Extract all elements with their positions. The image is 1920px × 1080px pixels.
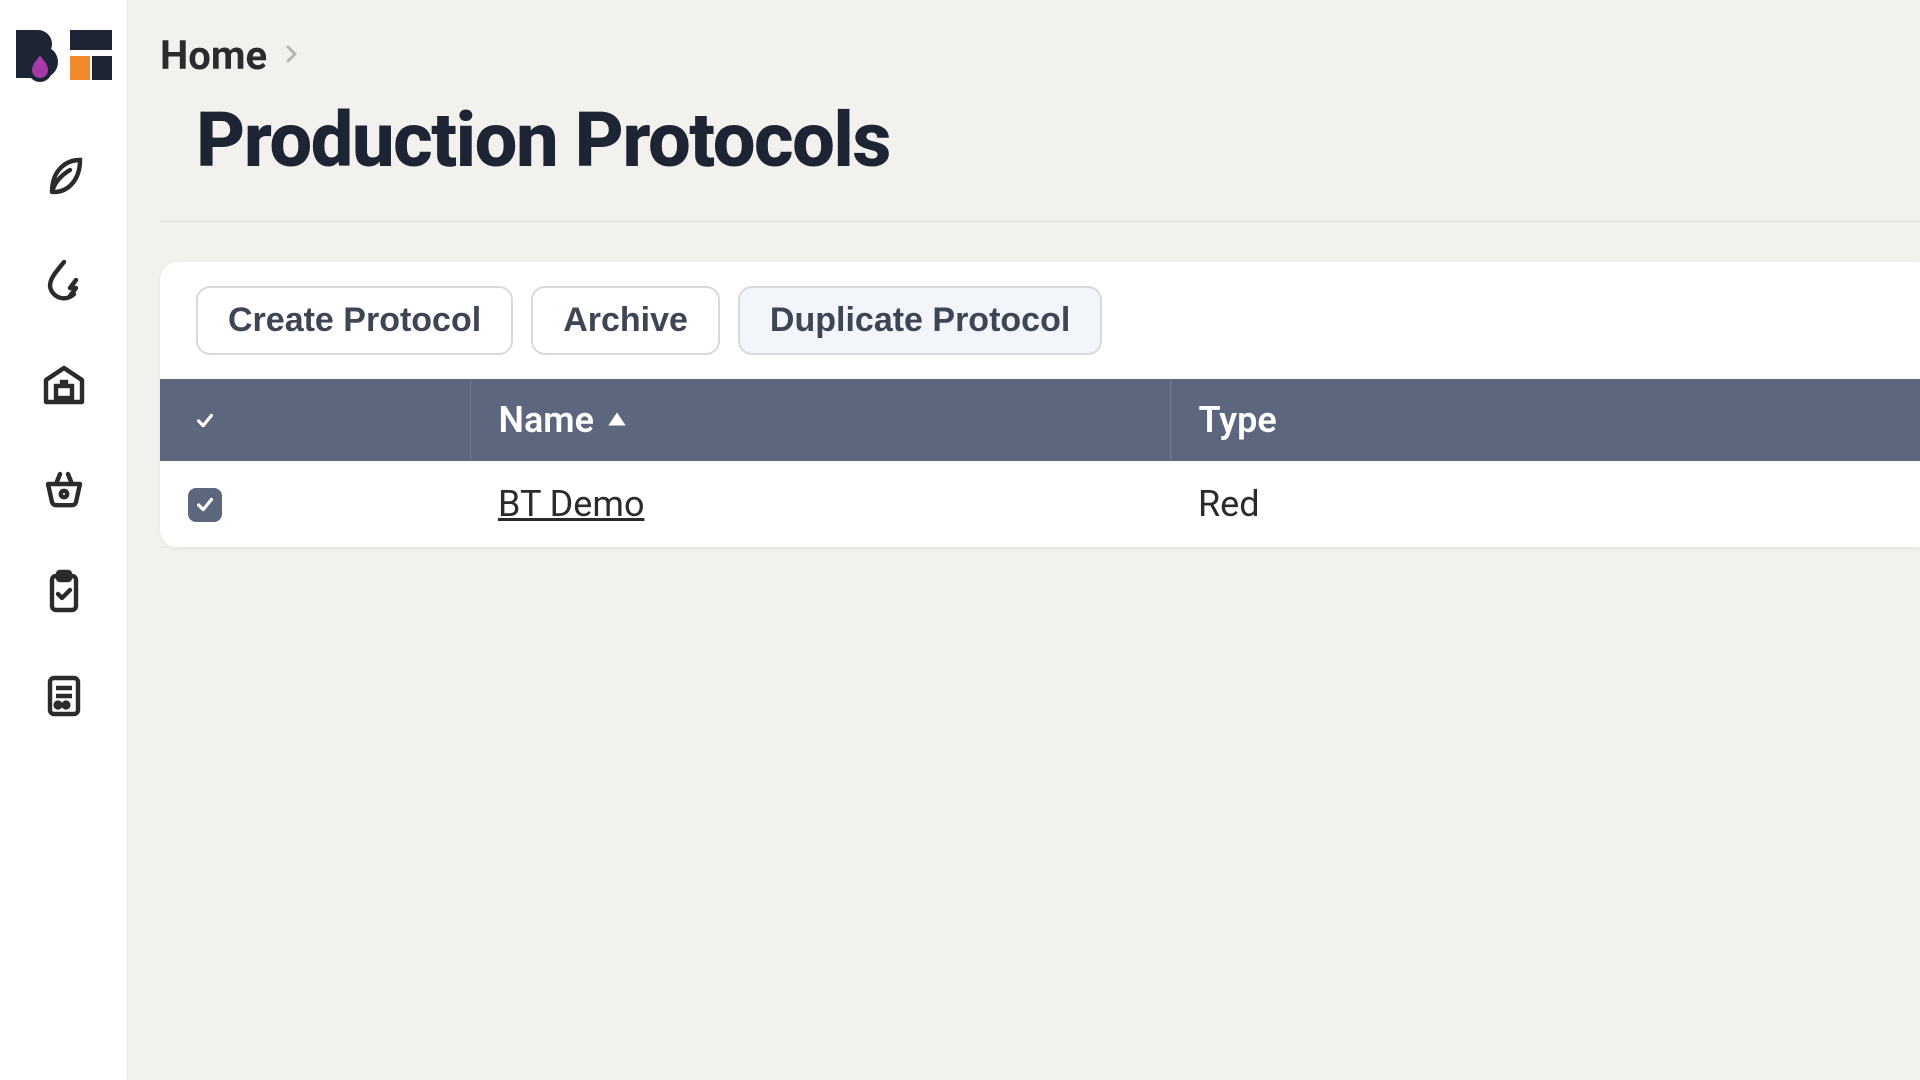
column-type-label: Type — [1199, 399, 1277, 441]
chevron-right-icon — [279, 42, 303, 70]
protocol-name-link[interactable]: BT Demo — [498, 483, 644, 525]
column-name[interactable]: Name — [470, 379, 1170, 461]
table-row: BT Demo Red — [160, 461, 1920, 548]
warehouse-icon[interactable] — [36, 356, 92, 412]
divider — [160, 221, 1920, 222]
toolbar: Create Protocol Archive Duplicate Protoc… — [160, 286, 1920, 379]
breadcrumb-home[interactable]: Home — [160, 32, 267, 79]
drop-bolt-icon[interactable] — [36, 252, 92, 308]
content-panel: Create Protocol Archive Duplicate Protoc… — [160, 262, 1920, 548]
protocol-type: Red — [1198, 483, 1260, 525]
duplicate-protocol-button[interactable]: Duplicate Protocol — [738, 286, 1102, 355]
breadcrumb: Home — [160, 32, 1920, 79]
column-type[interactable]: Type — [1170, 379, 1920, 461]
logo[interactable] — [12, 24, 116, 84]
select-all-checkbox[interactable] — [188, 404, 222, 438]
page-title: Production Protocols — [196, 95, 1920, 185]
basket-icon[interactable] — [36, 460, 92, 516]
report-icon[interactable] — [36, 668, 92, 724]
row-checkbox[interactable] — [188, 488, 222, 522]
clipboard-check-icon[interactable] — [36, 564, 92, 620]
main-content: Home Production Protocols Create Protoco… — [128, 0, 1920, 1080]
create-protocol-button[interactable]: Create Protocol — [196, 286, 513, 355]
sort-asc-icon — [604, 399, 630, 441]
column-select — [160, 379, 470, 461]
archive-button[interactable]: Archive — [531, 286, 720, 355]
sidebar — [0, 0, 128, 1080]
table-header-row: Name Type — [160, 379, 1920, 461]
protocols-table: Name Type — [160, 379, 1920, 548]
leaf-icon[interactable] — [36, 148, 92, 204]
column-name-label: Name — [499, 399, 594, 441]
